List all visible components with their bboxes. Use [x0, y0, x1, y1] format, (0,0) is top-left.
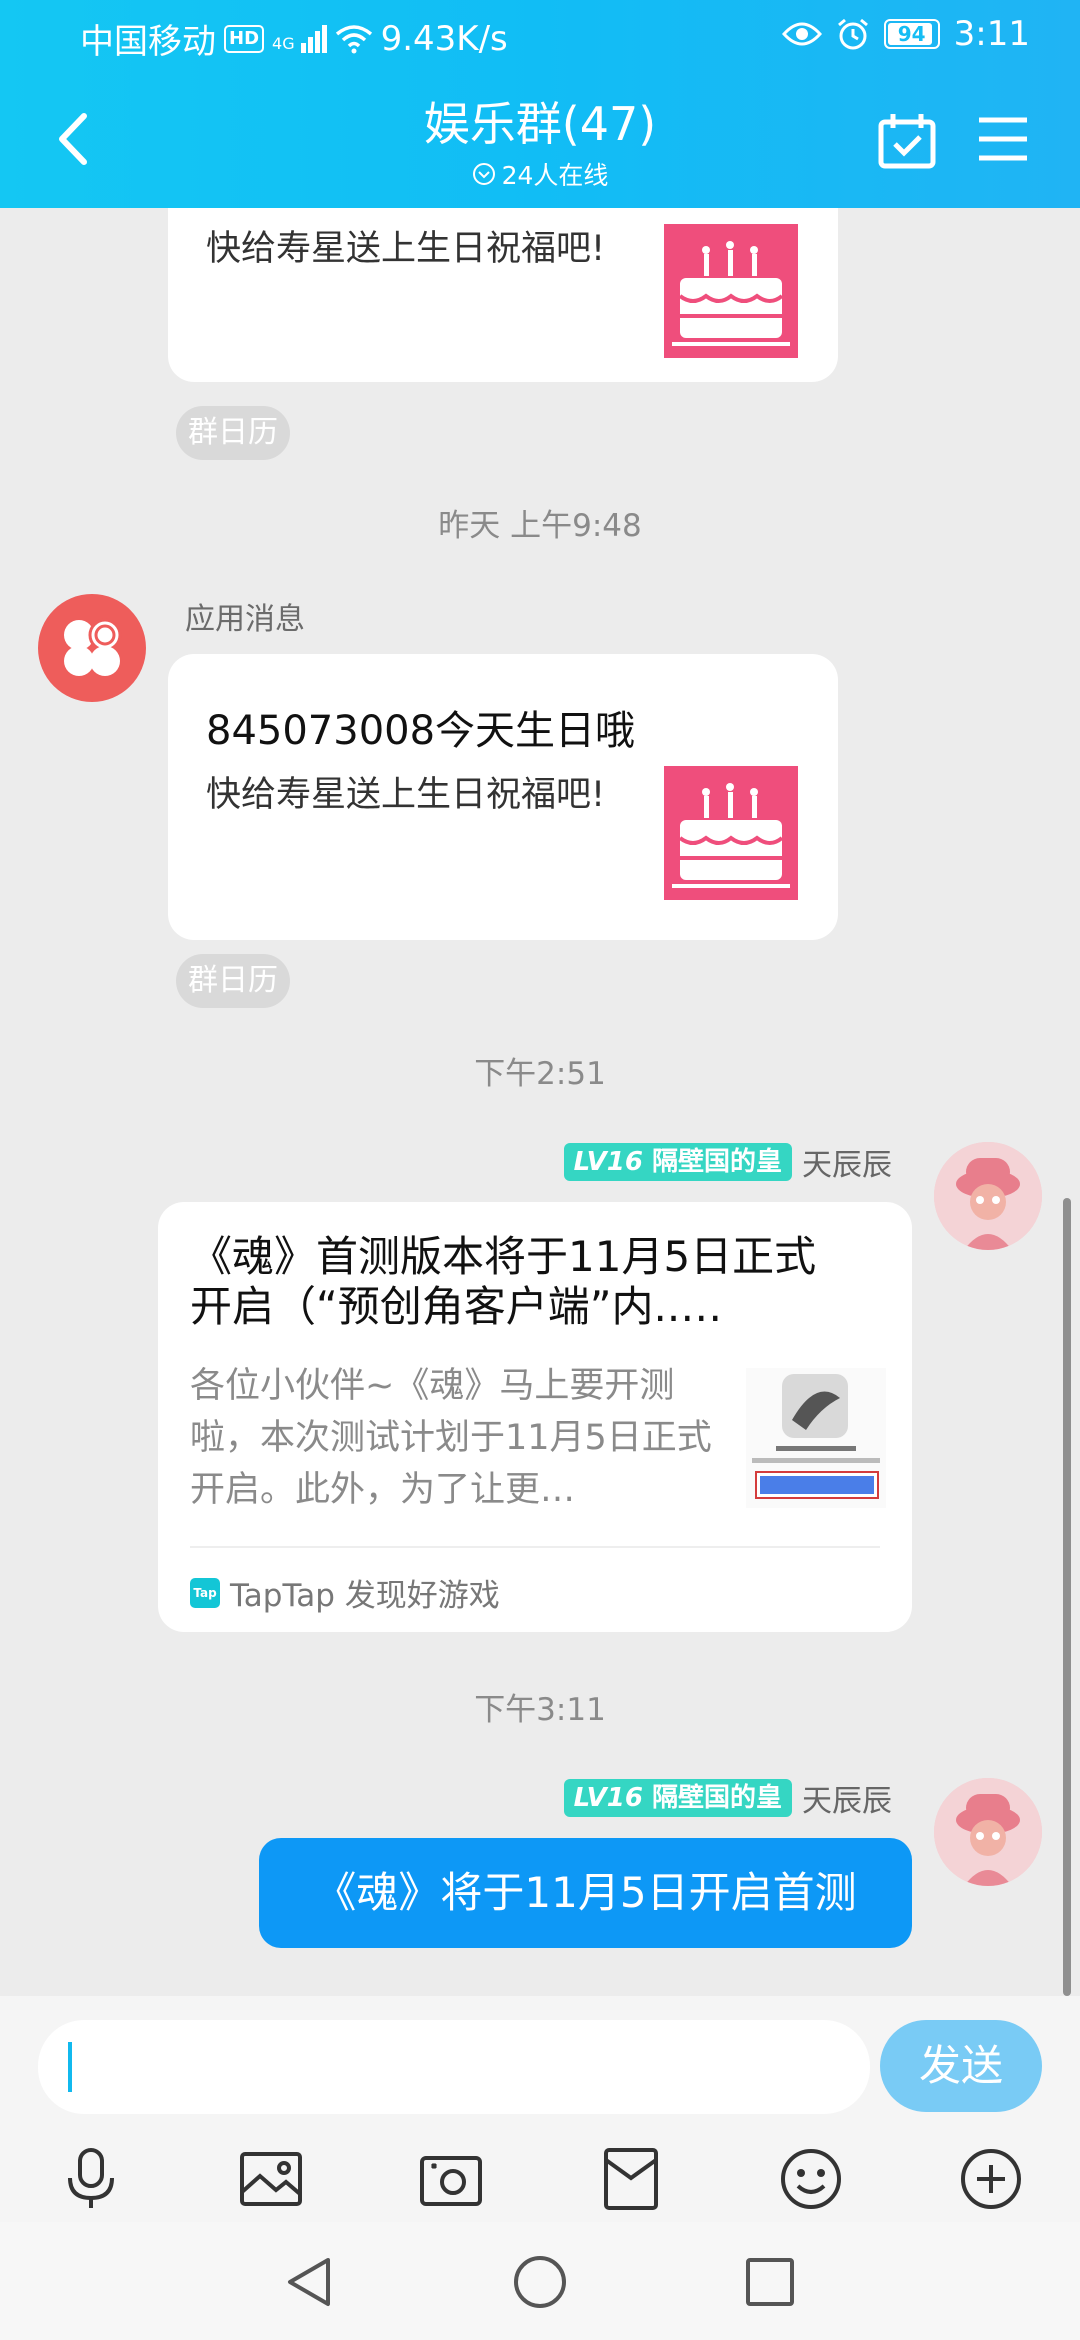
send-button[interactable]: 发送 [880, 2020, 1042, 2112]
wifi-icon [335, 24, 372, 53]
source-text: TapTap 发现好游戏 [230, 1578, 500, 1614]
member-title-badge: LV16 隔壁国的皇 [563, 1143, 792, 1181]
emoji-icon[interactable] [776, 2144, 846, 2214]
timestamp: 昨天 上午9:48 [438, 508, 642, 544]
status-bar: 中国移动 HD 4G 9.43K/s 94 3:11 [0, 0, 1080, 70]
menu-icon[interactable] [976, 114, 1030, 164]
nav-back-icon[interactable] [280, 2252, 340, 2312]
eye-icon [781, 22, 822, 46]
clock: 3:11 [953, 14, 1030, 54]
input-bar: 发送 [0, 1996, 1080, 2222]
share-description: 各位小伙伴~《魂》马上要开测啦，本次测试计划于11月5日正式开启。此外，为了让更… [190, 1366, 712, 1510]
birthday-card[interactable]: 845073008今天生日哦 快给寿星送上生日祝福吧! [168, 654, 838, 940]
nav-recents-icon[interactable] [740, 2252, 800, 2312]
cake-icon [664, 224, 798, 358]
taptap-logo: Tap [190, 1577, 220, 1608]
chevron-down-circle-icon [472, 163, 495, 185]
sender-info: LV16 隔壁国的皇 天辰辰 [563, 1140, 892, 1184]
group-calendar-tag[interactable]: 群日历 [176, 954, 290, 1008]
sender-name: 天辰辰 [802, 1784, 892, 1819]
nav-home-icon[interactable] [510, 2252, 570, 2312]
message-bubble[interactable]: 《魂》将于11月5日开启首测 [259, 1838, 912, 1948]
text-cursor [68, 2042, 72, 2092]
camera-icon[interactable] [416, 2144, 486, 2214]
timestamp: 下午3:11 [474, 1692, 606, 1728]
image-icon[interactable] [236, 2144, 306, 2214]
scrollbar[interactable] [1063, 1198, 1071, 1996]
game-thumbnail [746, 1368, 886, 1508]
hd-badge: HD [224, 24, 265, 53]
app-avatar[interactable] [38, 594, 146, 702]
avatar[interactable] [934, 1142, 1042, 1250]
share-title: 《魂》首测版本将于11月5日正式开启（“预创角客户端”内..… [190, 1232, 817, 1331]
chat-header: 娱乐群(47) 24人在线 [0, 70, 1080, 208]
card-title: 845073008今天生日哦 [206, 708, 636, 754]
microphone-icon[interactable] [56, 2144, 126, 2214]
timestamp: 下午2:51 [474, 1056, 606, 1092]
message-list[interactable]: 快给寿星送上生日祝福吧! 群日历 昨天 上午9:48 应用消息 84507300… [0, 208, 1080, 1996]
sender-name: 应用消息 [185, 602, 305, 637]
group-calendar-tag[interactable]: 群日历 [176, 406, 290, 460]
divider [190, 1546, 880, 1548]
message-input[interactable] [38, 2020, 870, 2114]
system-nav-bar [0, 2222, 1080, 2340]
member-title-badge: LV16 隔壁国的皇 [563, 1779, 792, 1817]
card-subtitle: 快给寿星送上生日祝福吧! [206, 775, 606, 815]
avatar[interactable] [934, 1778, 1042, 1886]
calendar-check-icon[interactable] [876, 110, 938, 172]
top-bar: 中国移动 HD 4G 9.43K/s 94 3:11 娱乐群(47) 24人在线 [0, 0, 1080, 208]
sender-name: 天辰辰 [802, 1148, 892, 1183]
carrier-label: 中国移动 [80, 22, 216, 62]
signal-icon: 4G [272, 24, 327, 53]
card-subtitle: 快给寿星送上生日祝福吧! [206, 229, 606, 269]
cake-icon [664, 766, 798, 900]
birthday-card[interactable]: 快给寿星送上生日祝福吧! [168, 208, 838, 382]
share-source: Tap TapTap 发现好游戏 [190, 1570, 500, 1615]
sender-info: LV16 隔壁国的皇 天辰辰 [563, 1776, 892, 1820]
plus-icon[interactable] [956, 2144, 1026, 2214]
red-packet-icon[interactable] [596, 2144, 666, 2214]
shared-link-card[interactable]: 《魂》首测版本将于11月5日正式开启（“预创角客户端”内..… 各位小伙伴~《魂… [158, 1202, 912, 1632]
battery-icon: 94 [883, 19, 940, 49]
network-speed: 9.43K/s [380, 18, 508, 59]
alarm-icon [837, 18, 868, 50]
online-text: 24人在线 [501, 161, 609, 190]
